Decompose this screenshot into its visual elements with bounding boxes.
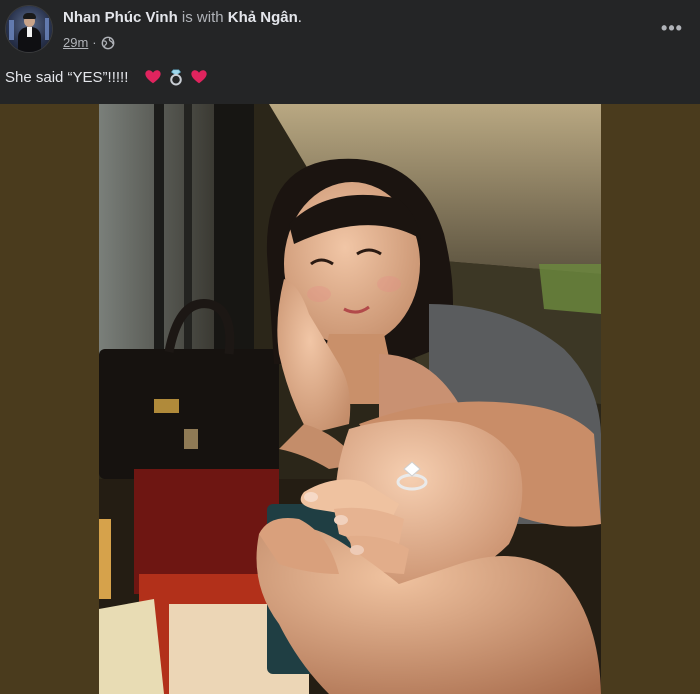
caption-text: She said “YES”!!!!! bbox=[5, 68, 129, 86]
post-photo[interactable] bbox=[99, 104, 601, 694]
avatar-decor-left bbox=[9, 20, 14, 40]
more-options-button[interactable]: ••• bbox=[650, 14, 694, 42]
timestamp-link[interactable]: 29m bbox=[63, 35, 88, 50]
with-connector: is with bbox=[181, 9, 224, 26]
ring-icon bbox=[167, 68, 185, 86]
avatar-figure-shirt bbox=[27, 27, 32, 37]
author-line-end: . bbox=[297, 9, 302, 26]
meta-separator: · bbox=[92, 35, 97, 50]
post-header: Nhan Phúc Vinh is with Khả Ngân. 29m · •… bbox=[0, 0, 700, 60]
avatar-decor-right bbox=[45, 18, 49, 40]
red-heart-icon bbox=[144, 68, 162, 86]
photo-container[interactable] bbox=[0, 104, 700, 694]
tagged-person-link[interactable]: Khả Ngân bbox=[228, 9, 298, 26]
red-heart-icon bbox=[190, 68, 208, 86]
author-line: Nhan Phúc Vinh is with Khả Ngân. bbox=[63, 9, 302, 26]
author-avatar[interactable] bbox=[6, 6, 52, 52]
globe-icon[interactable] bbox=[101, 36, 115, 50]
avatar-figure-hair bbox=[23, 13, 36, 19]
post-meta: 29m · bbox=[63, 35, 115, 50]
post-caption: She said “YES”!!!!! bbox=[5, 68, 208, 86]
author-name-link[interactable]: Nhan Phúc Vinh bbox=[63, 9, 178, 26]
